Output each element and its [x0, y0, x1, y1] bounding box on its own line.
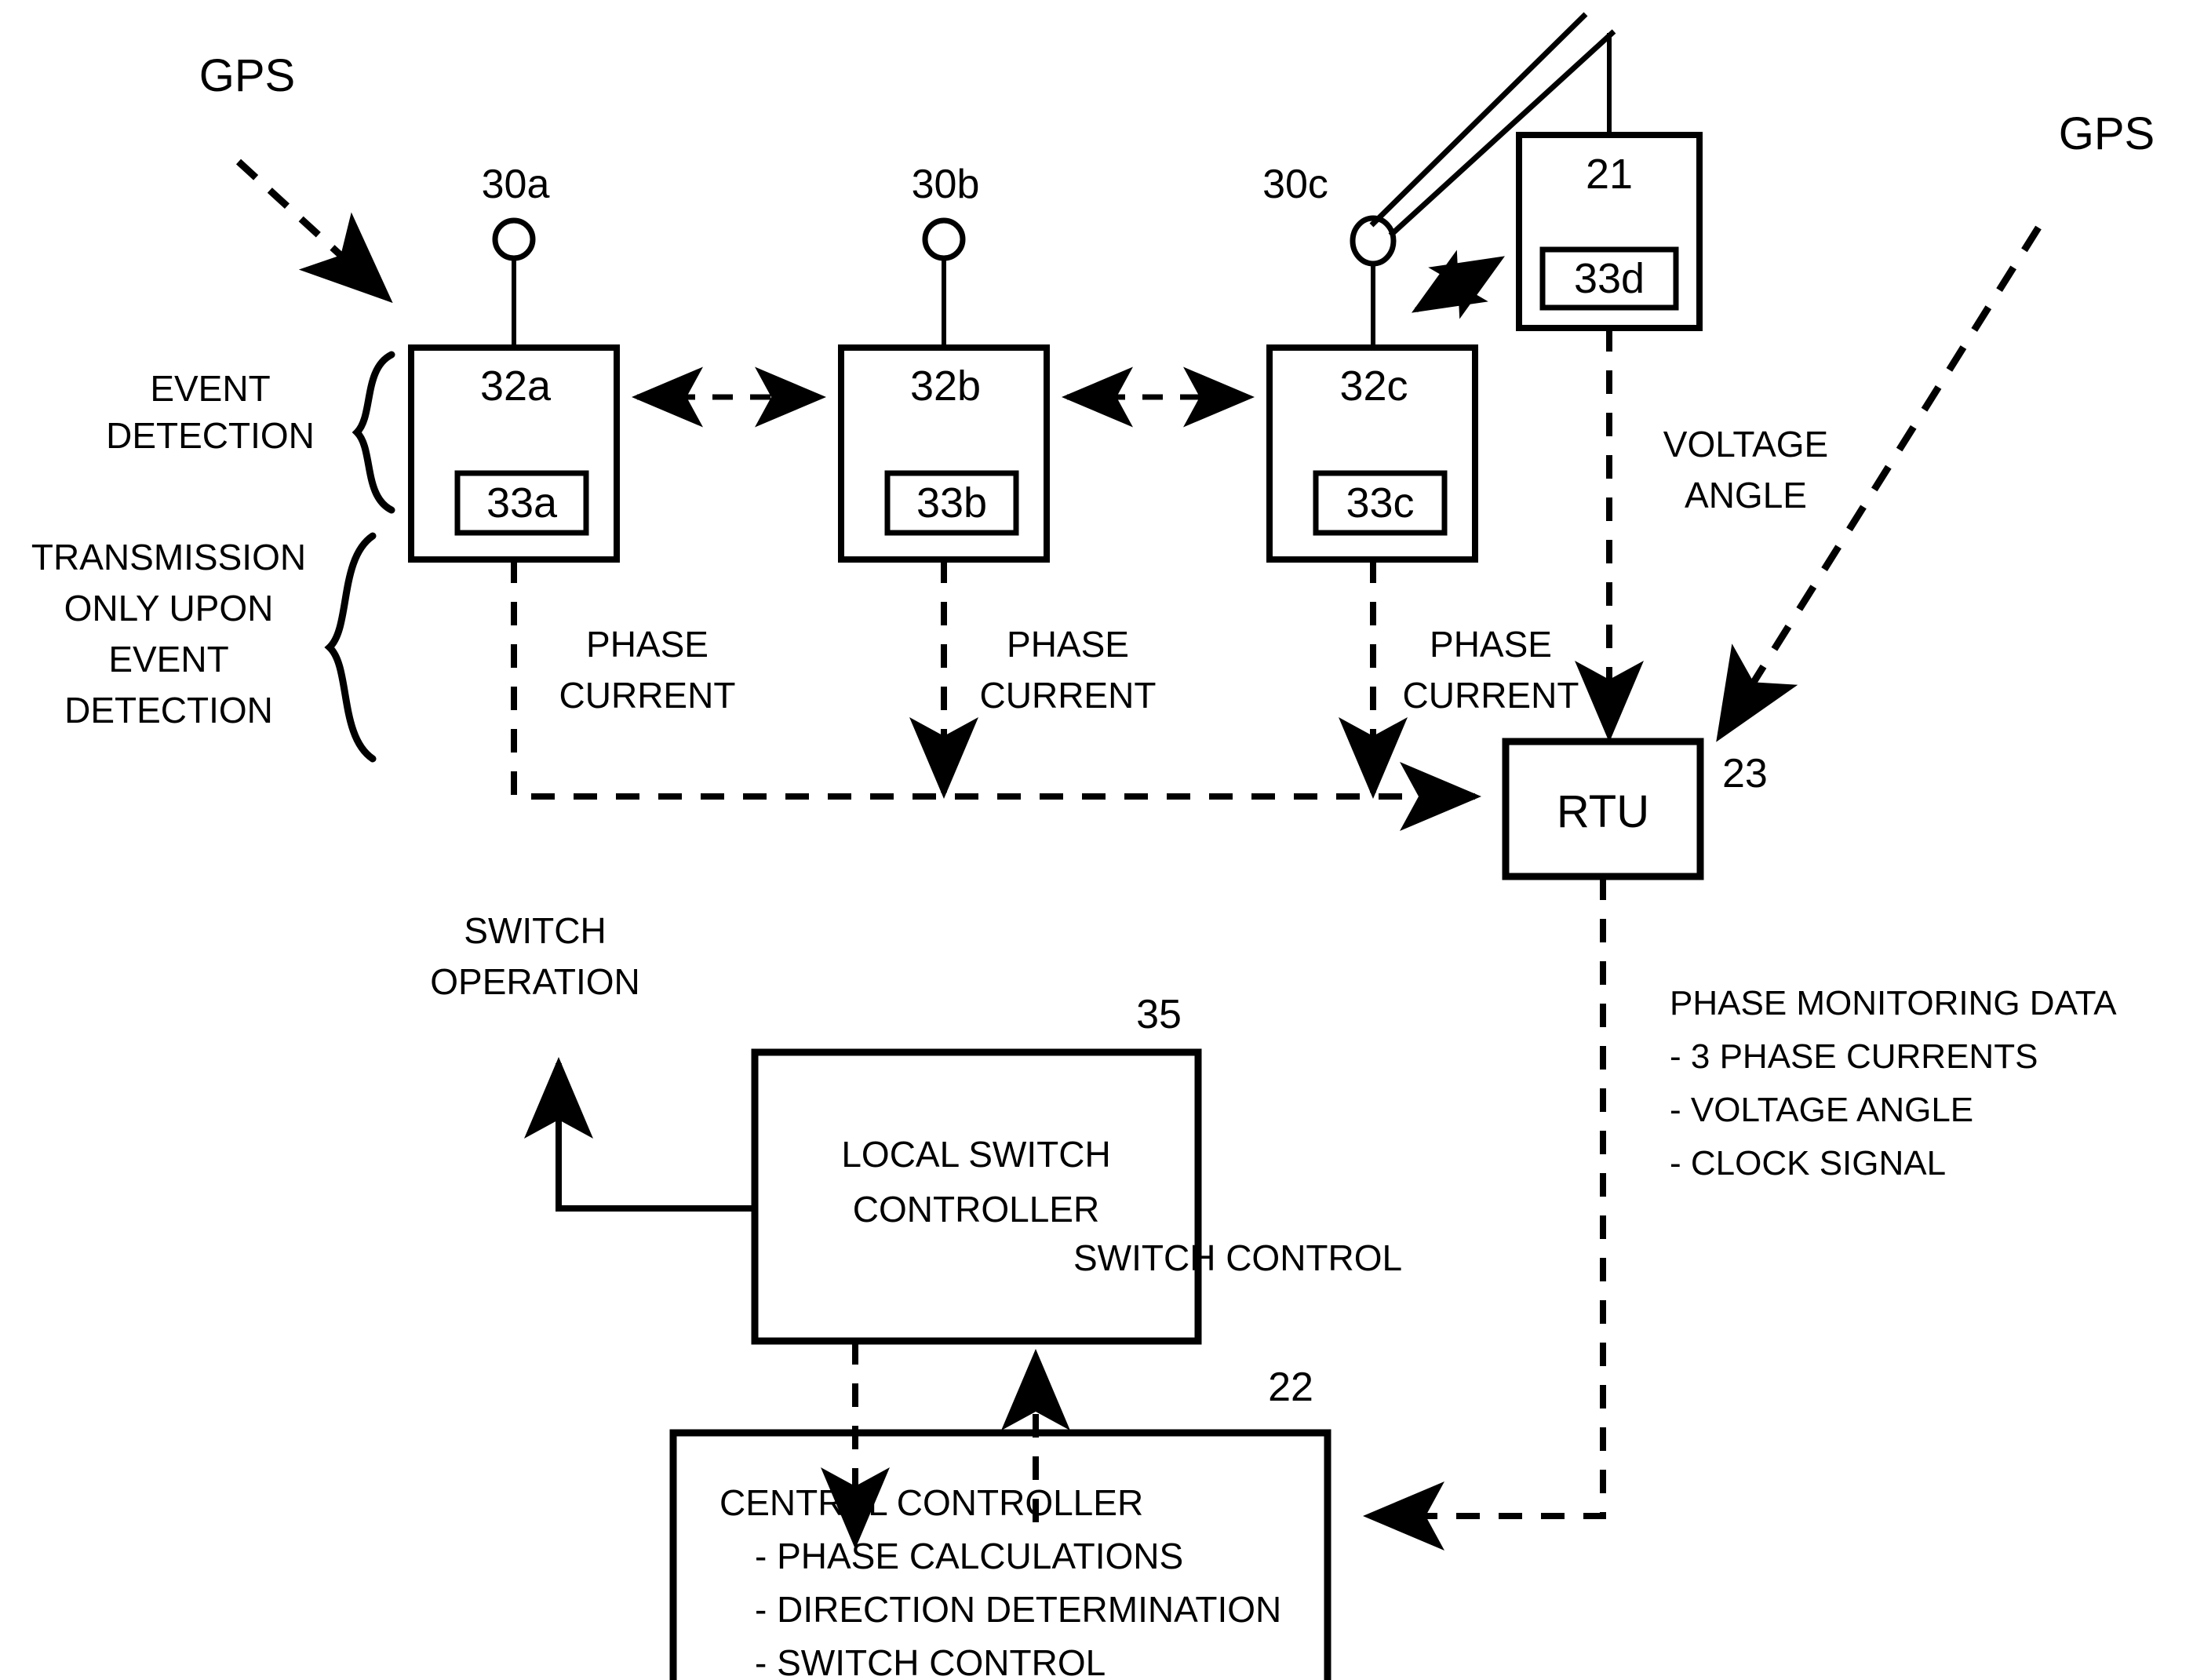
- unit-label-32c: 32c: [1339, 363, 1408, 410]
- unit-label-21: 21: [1585, 151, 1634, 198]
- bracket-label-transmission-line4: DETECTION: [64, 690, 273, 731]
- phase-monitoring-item-2: - CLOCK SIGNAL: [1670, 1144, 1947, 1183]
- gps-arrow-left: [235, 159, 393, 304]
- voltage-angle-label-line2: ANGLE: [1685, 475, 1807, 516]
- phase-monitoring-heading: PHASE MONITORING DATA: [1670, 984, 2117, 1022]
- phase-current-label-b-line2: CURRENT: [979, 675, 1157, 716]
- phase-current-label-c-line2: CURRENT: [1402, 675, 1579, 716]
- sensor-node-30a: [492, 217, 536, 348]
- phase-monitoring-item-0: - 3 PHASE CURRENTS: [1670, 1037, 2038, 1076]
- patent-figure: GPS GPS EVENT DETECTION TRANSMISSION ONL…: [0, 0, 2193, 1680]
- voltage-angle-label-line1: VOLTAGE: [1663, 424, 1829, 465]
- sensor-node-30b: [922, 217, 966, 348]
- central-controller-item-0: - PHASE CALCULATIONS: [755, 1536, 1184, 1576]
- peer-link-32c-21: [1412, 250, 1505, 319]
- phase-current-label-a-line1: PHASE: [586, 624, 709, 665]
- unit-label-32a: 32a: [479, 363, 552, 410]
- bracket-label-transmission-line2: ONLY UPON: [64, 588, 274, 629]
- inner-label-33b: 33b: [916, 479, 988, 527]
- switch-control-label: SWITCH CONTROL: [1073, 1237, 1403, 1278]
- switch-operation-label-line1: SWITCH: [464, 910, 607, 951]
- unit-label-32b: 32b: [909, 363, 982, 410]
- bracket-label-transmission-line3: EVENT: [108, 639, 229, 680]
- rtu-to-central-controller-path: [1363, 876, 1606, 1551]
- local-switch-controller-title-line2: CONTROLLER: [852, 1189, 1100, 1230]
- phase-monitoring-item-1: - VOLTAGE ANGLE: [1670, 1091, 1974, 1129]
- ref-label-22: 22: [1268, 1365, 1313, 1410]
- ref-label-30b: 30b: [911, 162, 980, 207]
- bracket-transmission-only-upon-event-detection: [324, 532, 377, 763]
- bracket-event-detection: [352, 351, 395, 514]
- ref-label-30c: 30c: [1262, 162, 1328, 207]
- phase-current-label-b-line1: PHASE: [1007, 624, 1129, 665]
- local-switch-controller-title-line1: LOCAL SWITCH: [841, 1134, 1111, 1175]
- ref-label-35: 35: [1136, 992, 1182, 1037]
- bracket-label-event-detection-line1: EVENT: [150, 368, 271, 409]
- phase-current-label-a-line2: CURRENT: [559, 675, 736, 716]
- gps-label-left: GPS: [199, 50, 296, 101]
- diagram-canvas: [235, 12, 2042, 1680]
- phase-current-label-c-line1: PHASE: [1430, 624, 1552, 665]
- switch-operation-label-line2: OPERATION: [430, 961, 640, 1002]
- ref-label-23: 23: [1722, 751, 1768, 796]
- inner-label-33c: 33c: [1346, 479, 1415, 527]
- central-controller-title: CENTRAL CONTROLLER: [719, 1482, 1144, 1523]
- inner-label-33d: 33d: [1573, 255, 1645, 302]
- central-controller-item-2: - SWITCH CONTROL: [755, 1642, 1106, 1680]
- inner-label-33a: 33a: [486, 479, 558, 527]
- central-controller-item-1: - DIRECTION DETERMINATION: [755, 1589, 1282, 1630]
- bracket-label-event-detection-line2: DETECTION: [106, 415, 315, 456]
- sensor-node-30c: [1350, 215, 1397, 348]
- gps-label-right: GPS: [2058, 108, 2155, 159]
- bracket-label-transmission-line1: TRANSMISSION: [31, 537, 307, 578]
- ref-label-30a: 30a: [481, 162, 550, 207]
- switch-operation-path: [524, 1057, 755, 1212]
- rtu-label: RTU: [1556, 786, 1650, 837]
- overhead-power-line: [1369, 12, 1616, 238]
